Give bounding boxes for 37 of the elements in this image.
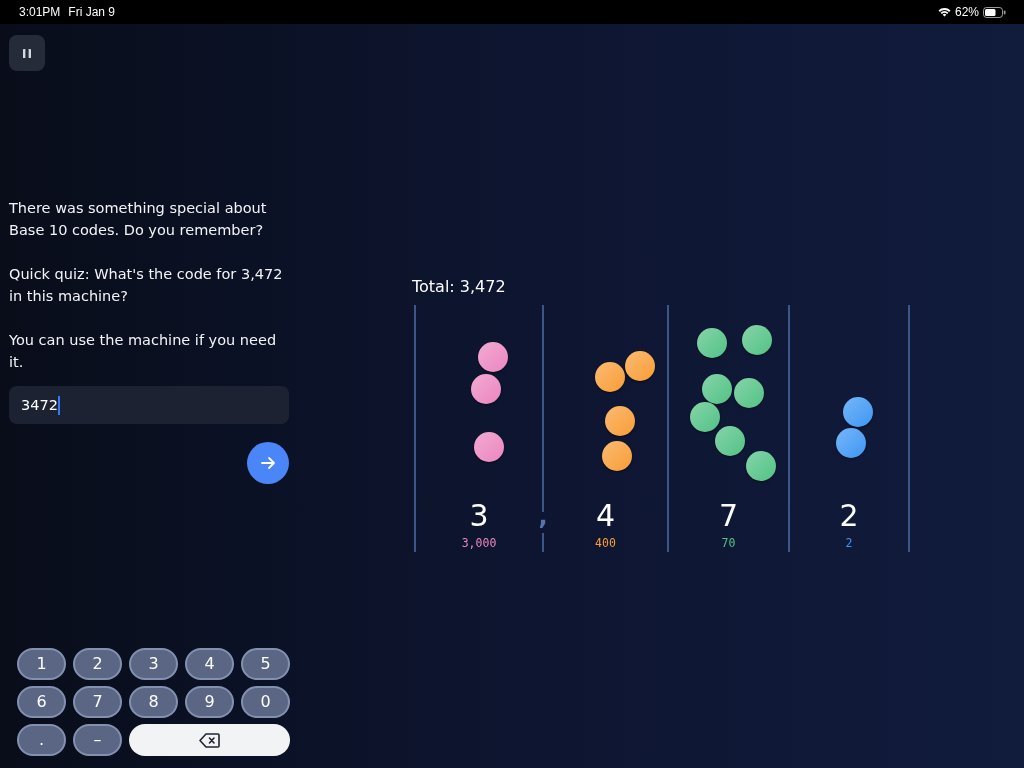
battery-percent: 62% (954, 4, 979, 21)
keypad-key[interactable]: 8 (129, 686, 178, 718)
keypad-key[interactable]: 0 (241, 686, 290, 718)
place-digit: 7 (718, 499, 739, 533)
prompt-text: There was something special about Base 10 codes. Do you remember? (9, 199, 268, 240)
place-value: 400 (595, 536, 616, 550)
digit-separator: , (538, 512, 548, 532)
keypad-key[interactable]: – (73, 724, 122, 756)
keypad-key[interactable]: 3 (129, 648, 178, 680)
pause-button[interactable] (9, 35, 45, 71)
wifi-icon (937, 7, 951, 17)
place-value: 70 (721, 536, 736, 550)
backspace-key[interactable] (129, 724, 290, 756)
next-button[interactable] (247, 442, 289, 484)
keypad-key[interactable]: 7 (73, 686, 122, 718)
keypad-key[interactable]: 1 (17, 648, 66, 680)
keypad-key[interactable]: 5 (241, 648, 290, 680)
pause-icon (23, 48, 31, 58)
total-label: Total: 3,472 (412, 277, 506, 297)
prompt-text: You can use the machine if you need it. (9, 331, 278, 372)
keypad-key[interactable]: . (17, 724, 66, 756)
place-digit: 2 (839, 499, 859, 533)
place-digit: 3 (469, 499, 489, 533)
place-digit: 4 (595, 499, 616, 533)
place-value: 3,000 (461, 536, 497, 550)
answer-field[interactable]: 3472 (9, 386, 289, 424)
backspace-icon (199, 732, 220, 748)
prompt-text: Quick quiz: What's the code for 3,472 in this machine? (9, 265, 284, 306)
status-date: Fri Jan 9 (68, 4, 116, 21)
keypad-key[interactable]: 6 (17, 686, 66, 718)
status-time: 3:01PM (19, 4, 61, 21)
arrow-right-icon (261, 457, 275, 469)
keypad-key[interactable]: 4 (185, 648, 234, 680)
place-value: 2 (845, 536, 853, 550)
keypad-key[interactable]: 2 (73, 648, 122, 680)
battery-icon (983, 6, 1006, 18)
keypad-key[interactable]: 9 (185, 686, 234, 718)
